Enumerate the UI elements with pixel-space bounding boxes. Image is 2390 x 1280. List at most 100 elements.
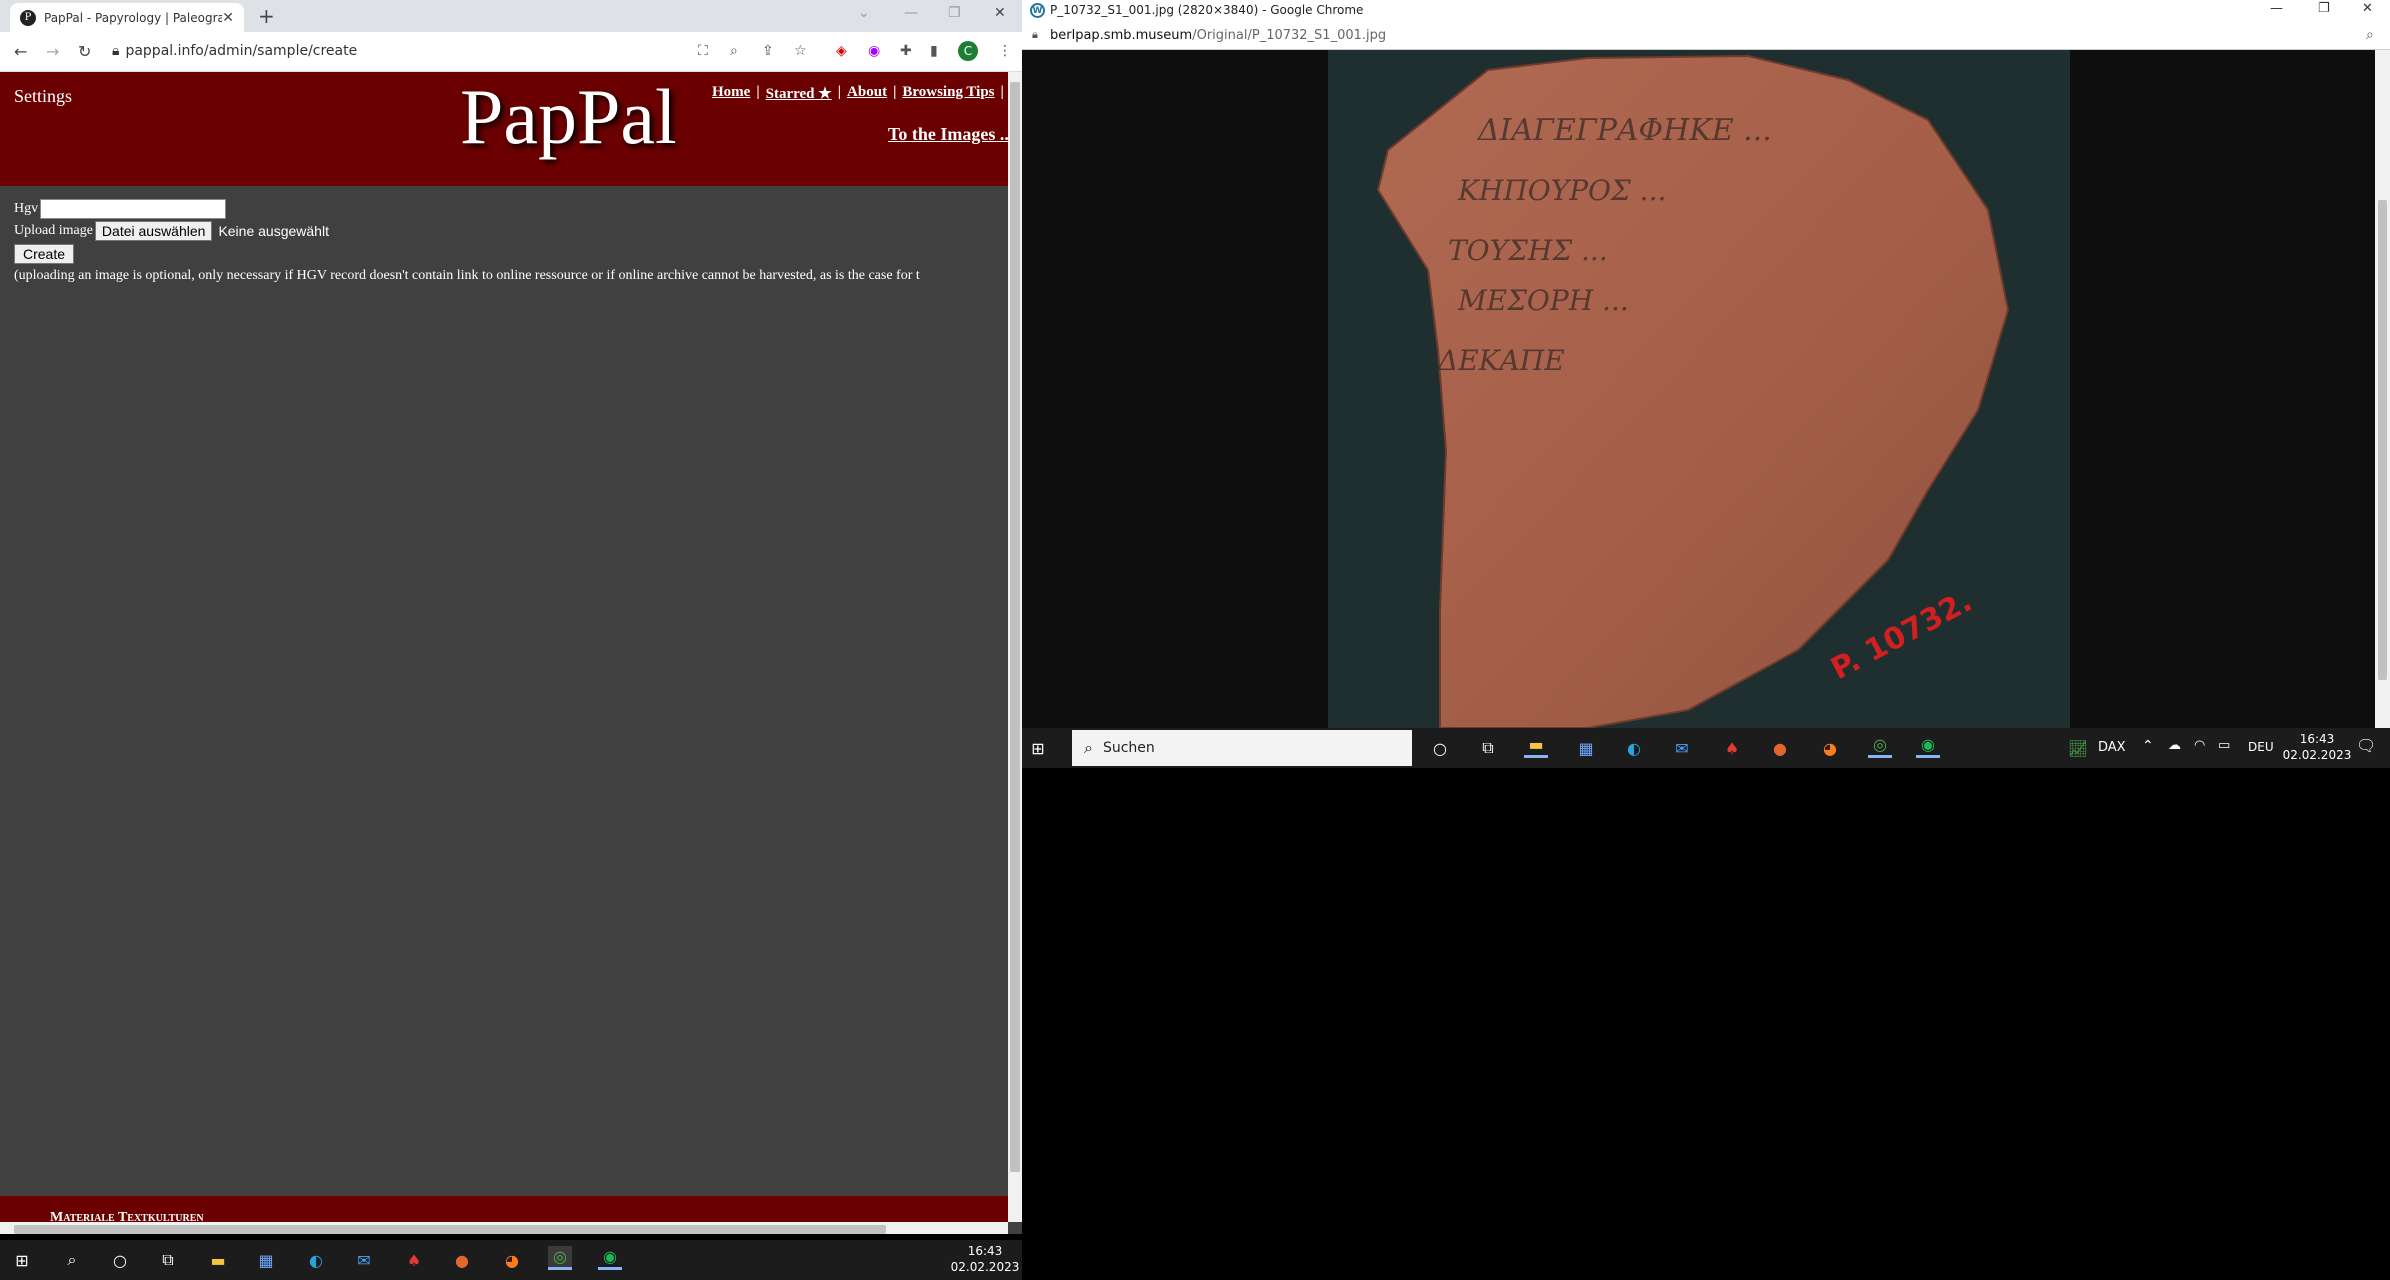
extensions-puzzle-icon[interactable]: ✚	[900, 43, 912, 59]
tab-close-icon[interactable]: ✕	[222, 10, 234, 26]
nav-starred[interactable]: Starred ★	[766, 84, 832, 103]
to-the-images-link[interactable]: To the Images ...	[888, 124, 1013, 145]
zoom-icon[interactable]: ⌕	[730, 43, 738, 59]
stock-label[interactable]: DAX	[2098, 740, 2126, 755]
mail-icon[interactable]: ✉	[1670, 736, 1694, 760]
mail-icon[interactable]: ✉	[352, 1248, 376, 1272]
hgv-input[interactable]	[40, 199, 227, 219]
battery-icon[interactable]: ▭	[2218, 738, 2230, 753]
clock-time[interactable]: 16:43	[2282, 732, 2352, 746]
chrome-icon[interactable]: ◎	[1868, 734, 1892, 758]
right-browser-window: W P_10732_S1_001.jpg (2820×3840) - Googl…	[1022, 0, 2390, 728]
clock-time[interactable]: 16:43	[950, 1244, 1020, 1258]
spotify-icon[interactable]: ◉	[1916, 734, 1940, 758]
minimize-button[interactable]: —	[904, 5, 918, 21]
powerpoint-icon[interactable]: ●	[1768, 736, 1792, 760]
spotify-icon[interactable]: ◉	[598, 1246, 622, 1270]
file-status-text: Keine ausgewählt	[218, 223, 329, 239]
powerpoint-icon[interactable]: ●	[450, 1248, 474, 1272]
clock-date[interactable]: 02.02.2023	[950, 1260, 1020, 1274]
create-button[interactable]: Create	[14, 244, 75, 264]
chrome-icon[interactable]: ◎	[548, 1246, 572, 1270]
bookmark-star-icon[interactable]: ☆	[794, 43, 807, 59]
translate-icon[interactable]: ⛶	[698, 43, 708, 59]
clock-date[interactable]: 02.02.2023	[2282, 748, 2352, 762]
edge-icon[interactable]: ◐	[304, 1248, 328, 1272]
extension-red-icon[interactable]: ◈	[836, 43, 847, 59]
zoom-icon[interactable]: ⌕	[2366, 27, 2374, 43]
reload-icon[interactable]: ↻	[78, 42, 91, 61]
task-view-icon[interactable]: ⧉	[156, 1248, 180, 1272]
cortana-icon[interactable]: ○	[108, 1248, 132, 1272]
scrollbar-thumb[interactable]	[1010, 82, 1020, 1172]
minimize-button[interactable]: —	[2270, 1, 2283, 16]
firefox-icon[interactable]: ◕	[500, 1248, 524, 1272]
tab-search-chevron-icon[interactable]: ⌄	[858, 5, 870, 21]
nav-about[interactable]: About	[847, 84, 887, 103]
side-panel-icon[interactable]: ▮	[930, 43, 938, 59]
horizontal-scrollbar[interactable]	[0, 1222, 1008, 1234]
search-icon[interactable]: ⌕	[60, 1248, 84, 1272]
ostracon-line-2: ΚΗΠΟΥΡΟΣ ...	[1457, 174, 1666, 207]
edge-icon[interactable]: ◐	[1622, 736, 1646, 760]
search-input[interactable]: ⌕ Suchen	[1072, 730, 1412, 766]
menu-kebab-icon[interactable]: ⋮	[998, 43, 1012, 59]
acrobat-icon[interactable]: ♠	[1720, 736, 1744, 760]
restore-button[interactable]: ❐	[948, 5, 961, 21]
firefox-icon[interactable]: ◕	[1818, 736, 1842, 760]
vertical-scrollbar[interactable]	[2375, 50, 2390, 728]
nav-home[interactable]: Home	[712, 84, 750, 103]
restore-button[interactable]: ❐	[2318, 1, 2330, 16]
upload-row: Upload image Datei auswählen Keine ausge…	[14, 220, 920, 242]
back-arrow-icon[interactable]: ←	[14, 42, 27, 61]
taskbar-right: ⊞ ⌕ Suchen ○ ⧉ ▬ ▦ ◐ ✉ ♠ ● ◕ ◎ ◉ 📈︎ DAX …	[1022, 728, 2390, 768]
vertical-scrollbar[interactable]	[1008, 72, 1022, 1222]
url-path: /Original/P_10732_S1_001.jpg	[1192, 28, 1387, 43]
ostracon-line-3: ΤΟΥΣΗΣ ...	[1448, 234, 1608, 267]
task-view-icon[interactable]: ⧉	[1476, 736, 1500, 760]
network-icon[interactable]: ◠	[2194, 738, 2205, 753]
hgv-row: Hgv	[14, 198, 920, 220]
url-host: berlpap.smb.museum	[1050, 28, 1193, 43]
papyrus-image[interactable]: ΔΙΑΓΕΓΡΑΦΗΚΕ ... ΚΗΠΟΥΡΟΣ ... ΤΟΥΣΗΣ ...…	[1328, 50, 2070, 728]
pappal-logo[interactable]: PapPal	[460, 72, 677, 162]
scrollbar-thumb[interactable]	[14, 1225, 886, 1234]
onedrive-icon[interactable]: ☁	[2168, 738, 2181, 753]
store-icon[interactable]: ▦	[254, 1248, 278, 1272]
tab-title: PapPal - Papyrology | Paleograph	[44, 10, 223, 25]
windows-start-icon[interactable]: ⊞	[10, 1248, 34, 1272]
close-window-button[interactable]: ✕	[2362, 1, 2373, 16]
wordpress-favicon-icon: W	[1030, 3, 1045, 18]
url-field[interactable]: berlpap.smb.museum/Original/P_10732_S1_0…	[1050, 28, 1386, 43]
windows-start-icon[interactable]: ⊞	[1026, 736, 1050, 760]
choose-file-button[interactable]: Datei auswählen	[94, 221, 213, 241]
scrollbar-thumb[interactable]	[2378, 200, 2387, 680]
forward-arrow-icon[interactable]: →	[46, 42, 59, 61]
site-nav: Home | Starred ★ | About | Browsing Tips…	[712, 84, 1004, 103]
address-bar: 🔒︎ berlpap.smb.museum/Original/P_10732_S…	[1022, 22, 2390, 50]
url-field[interactable]: 🔒︎ pappal.info/admin/sample/create	[112, 43, 357, 59]
cortana-icon[interactable]: ○	[1428, 736, 1452, 760]
notifications-icon[interactable]: 🗨︎	[2356, 736, 2376, 755]
store-icon[interactable]: ▦	[1574, 736, 1598, 760]
extension-purple-icon[interactable]: ◉	[868, 43, 880, 59]
tab-pappal[interactable]: P PapPal - Papyrology | Paleograph ✕	[10, 3, 244, 32]
acrobat-icon[interactable]: ♠	[402, 1248, 426, 1272]
nav-browsing-tips[interactable]: Browsing Tips	[902, 84, 994, 103]
language-indicator[interactable]: DEU	[2248, 740, 2274, 754]
search-icon: ⌕	[1084, 738, 1093, 757]
profile-avatar[interactable]: C	[958, 41, 978, 61]
ostracon-line-5: ΔΕΚΑΠΕ	[1437, 344, 1565, 377]
lock-icon: 🔒︎	[112, 43, 120, 59]
create-sample-form: Hgv Upload image Datei auswählen Keine a…	[14, 198, 920, 284]
nav-separator: |	[756, 84, 760, 100]
share-icon[interactable]: ⇪	[762, 43, 774, 59]
settings-link[interactable]: Settings	[14, 86, 72, 107]
tray-chevron-icon[interactable]: ⌃	[2142, 738, 2154, 754]
site-footer: Materiale Textkulturen	[0, 1196, 1008, 1225]
file-explorer-icon[interactable]: ▬	[1524, 734, 1548, 758]
stock-chart-icon[interactable]: 📈︎	[2066, 736, 2090, 760]
new-tab-button[interactable]: +	[258, 4, 275, 28]
close-window-button[interactable]: ✕	[994, 5, 1006, 21]
file-explorer-icon[interactable]: ▬	[206, 1248, 230, 1272]
